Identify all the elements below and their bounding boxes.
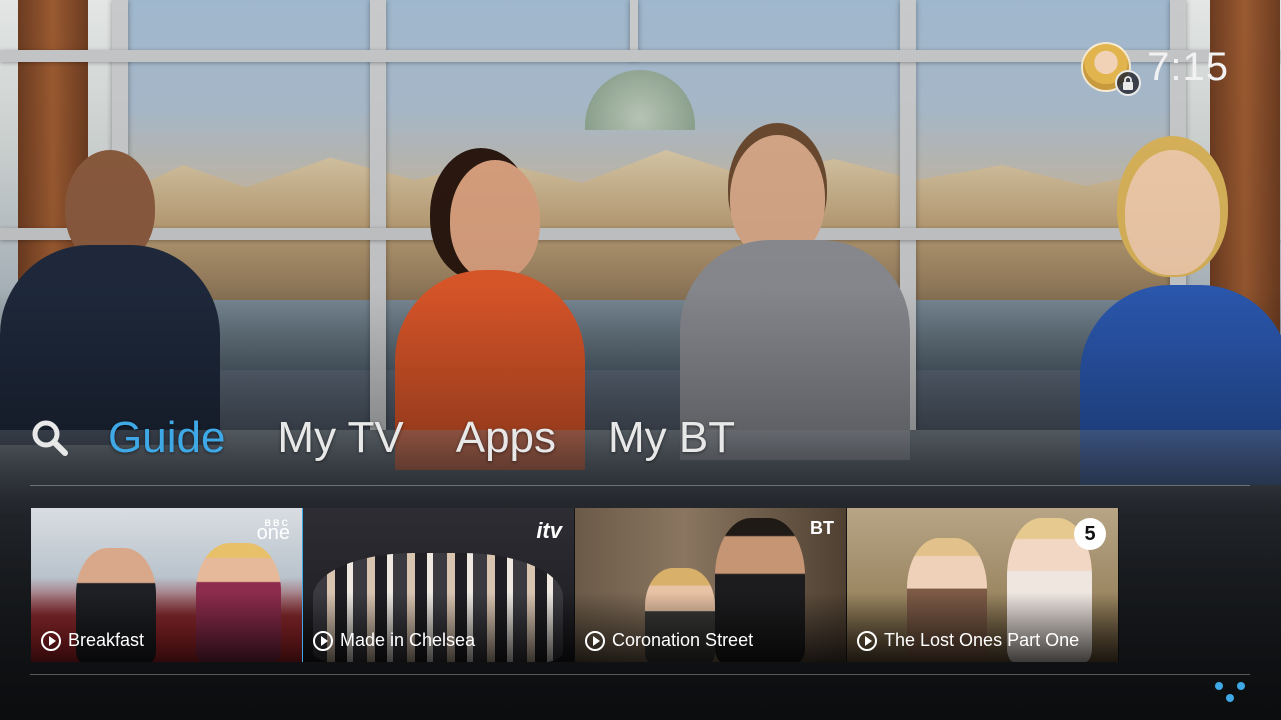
main-nav: Guide My TV Apps My BT [30,408,787,468]
tile-breakfast[interactable]: BBC one Breakfast [31,508,303,662]
tile-the-lost-ones[interactable]: 5 The Lost Ones Part One [847,508,1119,662]
tab-my-tv[interactable]: My TV [277,413,403,463]
tile-title: Coronation Street [612,630,754,650]
nav-divider [30,485,1250,486]
tile-title: The Lost Ones Part One [884,630,1080,650]
more-options-icon[interactable] [1215,682,1247,704]
search-icon [32,420,68,456]
bbc-one-logo: BBC one [256,518,290,544]
play-icon [313,630,333,651]
tab-my-bt[interactable]: My BT [608,413,735,463]
padlock-icon [1115,70,1142,96]
tile-title: Breakfast [68,630,145,650]
tab-apps[interactable]: Apps [456,413,556,463]
profile-avatar[interactable] [1081,42,1142,96]
clock-time: 7:15 [1147,44,1229,89]
play-icon [41,630,61,651]
itv-logo: itv [536,518,562,543]
tab-guide[interactable]: Guide [108,413,225,463]
bt-logo: BT [810,518,834,538]
tile-made-in-chelsea[interactable]: itv Made in Chelsea [303,508,575,662]
tile-title: Made in Chelsea [340,630,476,650]
play-icon [585,630,605,651]
programme-tiles: BBC one Breakfast itv Made in Chelsea BT… [31,508,1119,662]
tiles-divider [30,674,1250,675]
status-area: 7:15 [1081,42,1229,96]
tile-coronation-street[interactable]: BT Coronation Street [575,508,847,662]
channel-5-logo: 5 [1074,518,1106,550]
search-button[interactable] [30,418,70,458]
play-icon [857,630,877,651]
